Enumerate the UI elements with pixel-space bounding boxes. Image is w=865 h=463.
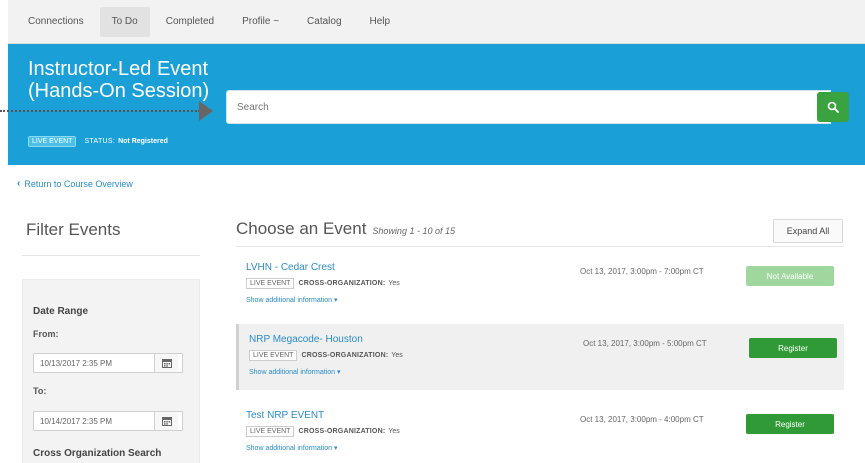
not-available-button[interactable]: Not Available xyxy=(746,266,834,286)
return-link-label: Return to Course Overview xyxy=(24,178,133,189)
top-nav: Connections To Do Completed Profile ~ Ca… xyxy=(8,0,865,44)
from-label: From: xyxy=(33,329,59,339)
event-tags: LIVE EVENT CROSS-ORGANIZATION: Yes xyxy=(249,350,403,361)
nav-item-completed[interactable]: Completed xyxy=(154,7,226,37)
nav-item-connections[interactable]: Connections xyxy=(16,7,96,37)
live-event-badge: LIVE EVENT xyxy=(246,278,295,289)
nav-item-profile[interactable]: Profile ~ xyxy=(230,7,291,37)
calendar-icon xyxy=(161,359,172,368)
to-date-input[interactable] xyxy=(34,416,154,426)
divider xyxy=(22,255,200,256)
callout-arrow-head xyxy=(199,101,213,121)
search-icon xyxy=(827,101,839,113)
to-date-field xyxy=(33,411,183,431)
choose-event-heading: Choose an Event Showing 1 - 10 of 15 xyxy=(236,219,455,239)
event-row: Test NRP EVENT LIVE EVENT CROSS-ORGANIZA… xyxy=(236,400,844,463)
callout-arrow-line xyxy=(0,110,200,112)
date-range-heading: Date Range xyxy=(33,306,89,317)
from-date-field xyxy=(33,353,183,373)
search-input[interactable] xyxy=(237,101,830,113)
event-name-link[interactable]: LVHN - Cedar Crest xyxy=(246,262,335,273)
event-row: NRP Megacode- Houston LIVE EVENT CROSS-O… xyxy=(236,324,844,390)
status-label: STATUS: xyxy=(84,138,116,145)
event-name-link[interactable]: NRP Megacode- Houston xyxy=(249,334,363,345)
calendar-icon xyxy=(161,417,172,426)
divider xyxy=(236,246,844,247)
nav-item-catalog[interactable]: Catalog xyxy=(295,7,353,37)
cross-org-label: CROSS-ORGANIZATION: xyxy=(301,352,389,359)
return-to-course-link[interactable]: ‹ Return to Course Overview xyxy=(17,178,133,189)
cross-org-search-heading: Cross Organization Search xyxy=(33,448,162,459)
live-event-badge: LIVE EVENT xyxy=(246,426,295,437)
event-date: Oct 13, 2017, 3:00pm - 5:00pm CT xyxy=(583,339,707,348)
event-tags: LIVE EVENT CROSS-ORGANIZATION: Yes xyxy=(246,426,400,437)
search-box xyxy=(226,90,831,124)
nav-item-to-do[interactable]: To Do xyxy=(99,6,150,37)
to-label: To: xyxy=(33,386,47,396)
from-calendar-button[interactable] xyxy=(154,354,178,372)
cross-org-value: Yes xyxy=(391,352,403,359)
cross-org-value: Yes xyxy=(388,280,400,287)
cross-org-label: CROSS-ORGANIZATION: xyxy=(298,428,386,435)
from-date-input[interactable] xyxy=(34,358,154,368)
filter-sidebar: Filter Events Date Range From: To: xyxy=(22,206,200,463)
status-value: Not Registered xyxy=(118,138,168,145)
show-additional-info-link[interactable]: Show additional information ▾ xyxy=(249,368,340,376)
filter-events-heading: Filter Events xyxy=(26,220,121,239)
event-date: Oct 13, 2017, 3:00pm - 7:00pm CT xyxy=(580,267,704,276)
course-meta: LIVE EVENT STATUS: Not Registered xyxy=(28,136,168,147)
event-row: LVHN - Cedar Crest LIVE EVENT CROSS-ORGA… xyxy=(236,252,844,318)
search-button[interactable] xyxy=(817,92,849,122)
live-event-badge: LIVE EVENT xyxy=(249,350,298,361)
filter-panel: Date Range From: To: xyxy=(22,279,200,463)
event-tags: LIVE EVENT CROSS-ORGANIZATION: Yes xyxy=(246,278,400,289)
chevron-left-icon: ‹ xyxy=(17,178,21,189)
register-button[interactable]: Register xyxy=(746,414,834,434)
cross-org-label: CROSS-ORGANIZATION: xyxy=(298,280,386,287)
course-title: Instructor-Led Event (Hands-On Session) xyxy=(28,58,210,102)
event-name-link[interactable]: Test NRP EVENT xyxy=(246,410,324,421)
nav-item-help[interactable]: Help xyxy=(358,7,403,37)
register-button[interactable]: Register xyxy=(749,338,837,358)
to-calendar-button[interactable] xyxy=(154,412,178,430)
cross-org-value: Yes xyxy=(388,428,400,435)
event-date: Oct 13, 2017, 3:00pm - 4:00pm CT xyxy=(580,415,704,424)
expand-all-button[interactable]: Expand All xyxy=(773,219,843,243)
show-additional-info-link[interactable]: Show additional information ▾ xyxy=(246,296,337,304)
showing-count: Showing 1 - 10 of 15 xyxy=(372,226,455,236)
show-additional-info-link[interactable]: Show additional information ▾ xyxy=(246,444,337,452)
live-event-badge: LIVE EVENT xyxy=(28,136,77,147)
choose-event-title: Choose an Event xyxy=(236,219,367,238)
